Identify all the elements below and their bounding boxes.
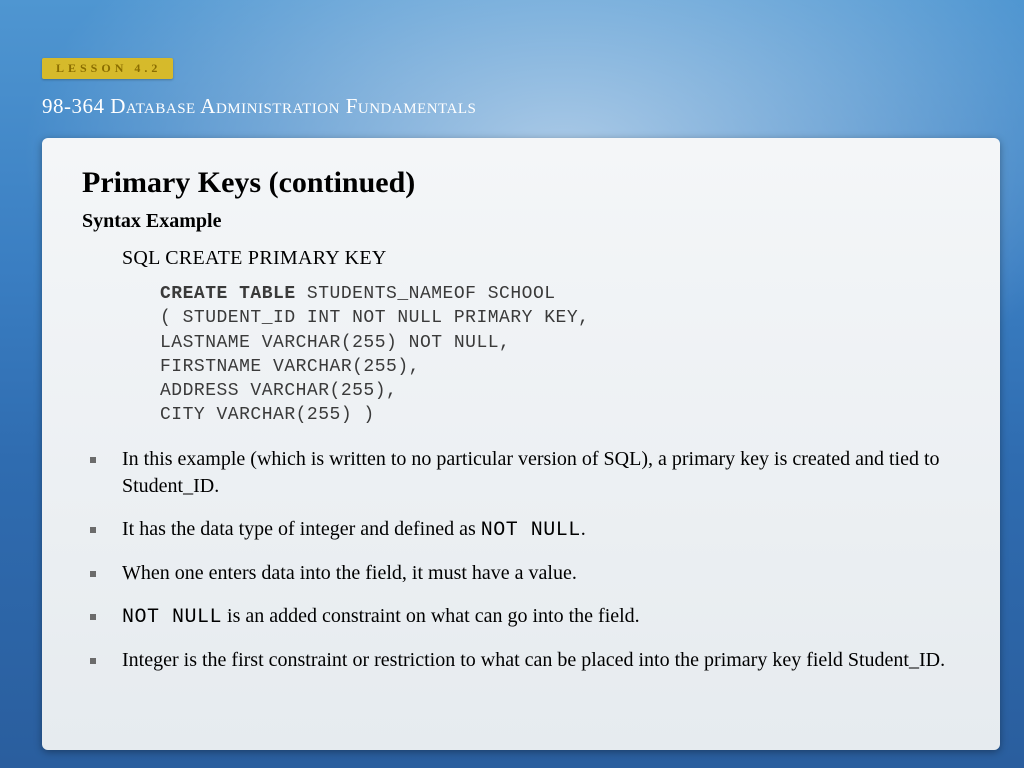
- bullet-text-post: .: [581, 518, 586, 540]
- course-title: 98-364 Database Administration Fundament…: [42, 94, 476, 119]
- lesson-chip: LESSON 4.2: [42, 58, 173, 79]
- slide-title: Primary Keys (continued): [82, 166, 960, 200]
- list-item: NOT NULL is an added constraint on what …: [86, 603, 960, 631]
- code-keyword: CREATE TABLE: [160, 284, 296, 304]
- list-item: In this example (which is written to no …: [86, 446, 960, 500]
- sql-heading: SQL CREATE PRIMARY KEY: [122, 247, 960, 270]
- bullet-text: Integer is the first constraint or restr…: [122, 649, 945, 671]
- list-item: Integer is the first constraint or restr…: [86, 647, 960, 674]
- bullet-list: In this example (which is written to no …: [86, 446, 960, 674]
- code-line-3: LASTNAME VARCHAR(255) NOT NULL,: [160, 333, 510, 353]
- code-line-4: FIRSTNAME VARCHAR(255),: [160, 357, 420, 377]
- inline-code: NOT NULL: [122, 606, 222, 629]
- bullet-text-pre: It has the data type of integer and defi…: [122, 518, 481, 540]
- code-line-5: ADDRESS VARCHAR(255),: [160, 381, 397, 401]
- code-line-1: STUDENTS_NAMEOF SCHOOL: [296, 284, 556, 304]
- slide-panel: Primary Keys (continued) Syntax Example …: [42, 138, 1000, 750]
- bullet-text: In this example (which is written to no …: [122, 448, 940, 497]
- code-line-6: CITY VARCHAR(255) ): [160, 405, 375, 425]
- inline-code: NOT NULL: [481, 519, 581, 542]
- bullet-text: When one enters data into the field, it …: [122, 562, 577, 584]
- bullet-text-post: is an added constraint on what can go in…: [222, 605, 640, 627]
- code-line-2: ( STUDENT_ID INT NOT NULL PRIMARY KEY,: [160, 308, 589, 328]
- slide-subhead: Syntax Example: [82, 210, 960, 233]
- sql-code-block: CREATE TABLE STUDENTS_NAMEOF SCHOOL ( ST…: [160, 282, 960, 428]
- list-item: It has the data type of integer and defi…: [86, 516, 960, 544]
- list-item: When one enters data into the field, it …: [86, 560, 960, 587]
